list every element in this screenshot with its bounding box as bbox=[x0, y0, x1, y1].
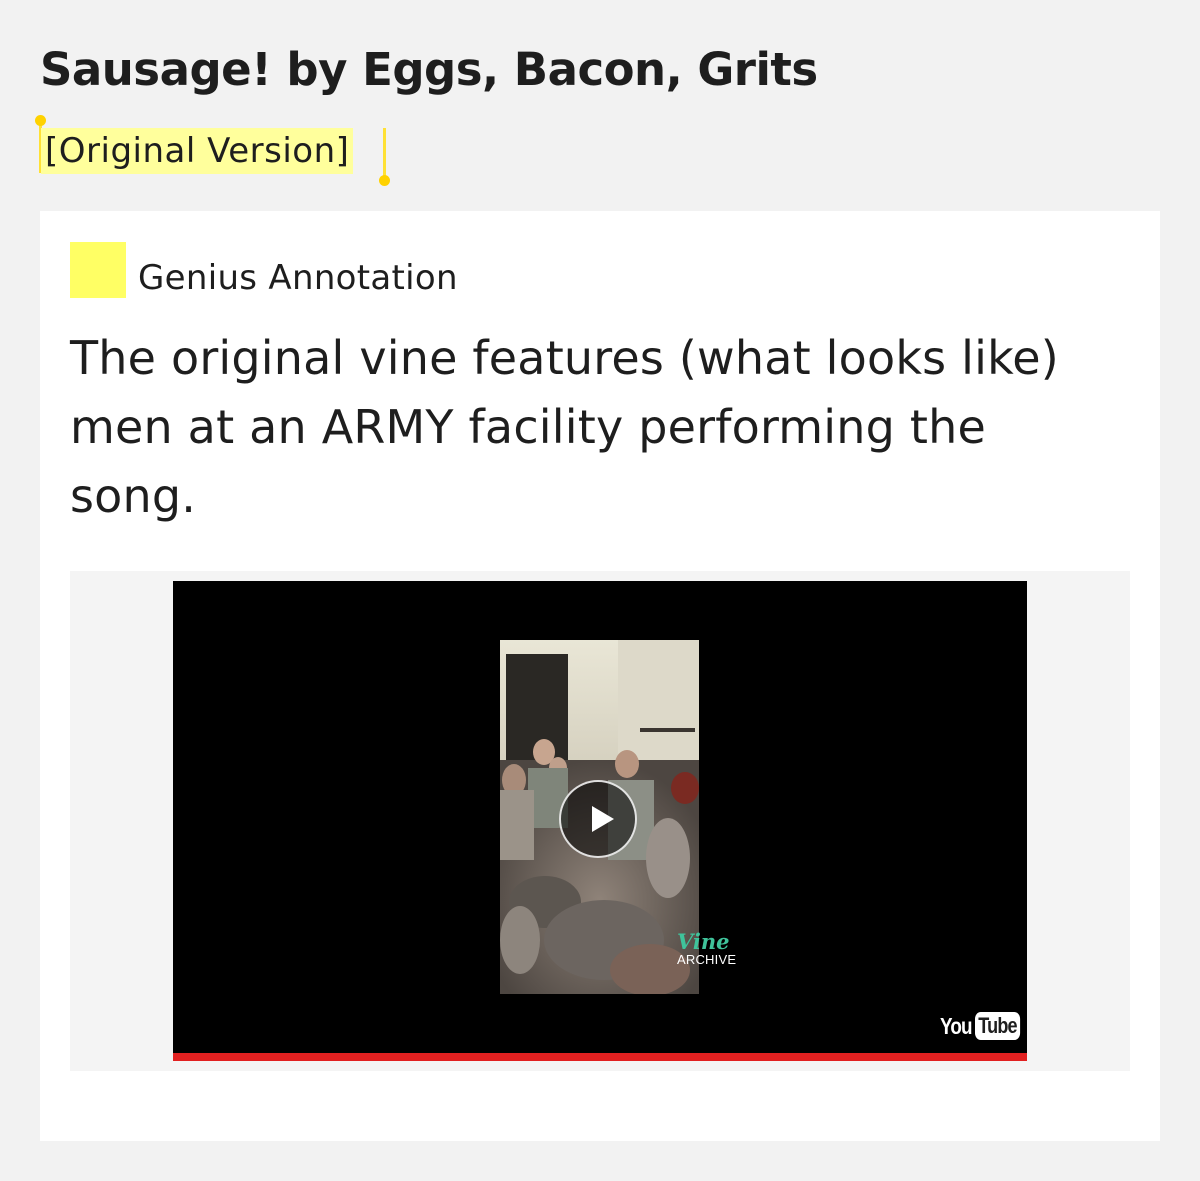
selection-end-handle[interactable] bbox=[379, 128, 390, 186]
youtube-player[interactable]: Vine ARCHIVE You Tube bbox=[173, 581, 1027, 1061]
selection-end-knob[interactable] bbox=[379, 175, 390, 186]
play-button[interactable] bbox=[559, 780, 637, 858]
vine-archive-label: ARCHIVE bbox=[677, 952, 737, 967]
song-title: Sausage! by Eggs, Bacon, Grits bbox=[40, 43, 818, 96]
genius-label-square-icon bbox=[70, 242, 126, 298]
annotation-label: Genius Annotation bbox=[138, 258, 458, 298]
youtube-logo[interactable]: You Tube bbox=[940, 1011, 1027, 1041]
play-icon bbox=[592, 806, 614, 832]
youtube-logo-you: You bbox=[940, 1012, 973, 1039]
highlighted-lyric-text[interactable]: [Original Version] bbox=[41, 128, 354, 174]
highlighted-lyric[interactable]: [Original Version] bbox=[41, 128, 354, 174]
youtube-logo-tube: Tube bbox=[974, 1012, 1020, 1040]
video-progress-fill bbox=[173, 1053, 1027, 1061]
annotation-card: Genius Annotation The original vine feat… bbox=[40, 211, 1160, 1141]
annotation-header: Genius Annotation bbox=[70, 242, 458, 298]
video-progress-bar[interactable] bbox=[173, 1053, 1027, 1061]
video-embed: Vine ARCHIVE You Tube bbox=[70, 571, 1130, 1071]
annotation-body: The original vine features (what looks l… bbox=[70, 331, 1059, 523]
selection-start-knob[interactable] bbox=[35, 115, 46, 126]
vine-wordmark: Vine bbox=[677, 929, 730, 954]
vine-archive-watermark: Vine ARCHIVE bbox=[677, 931, 736, 967]
